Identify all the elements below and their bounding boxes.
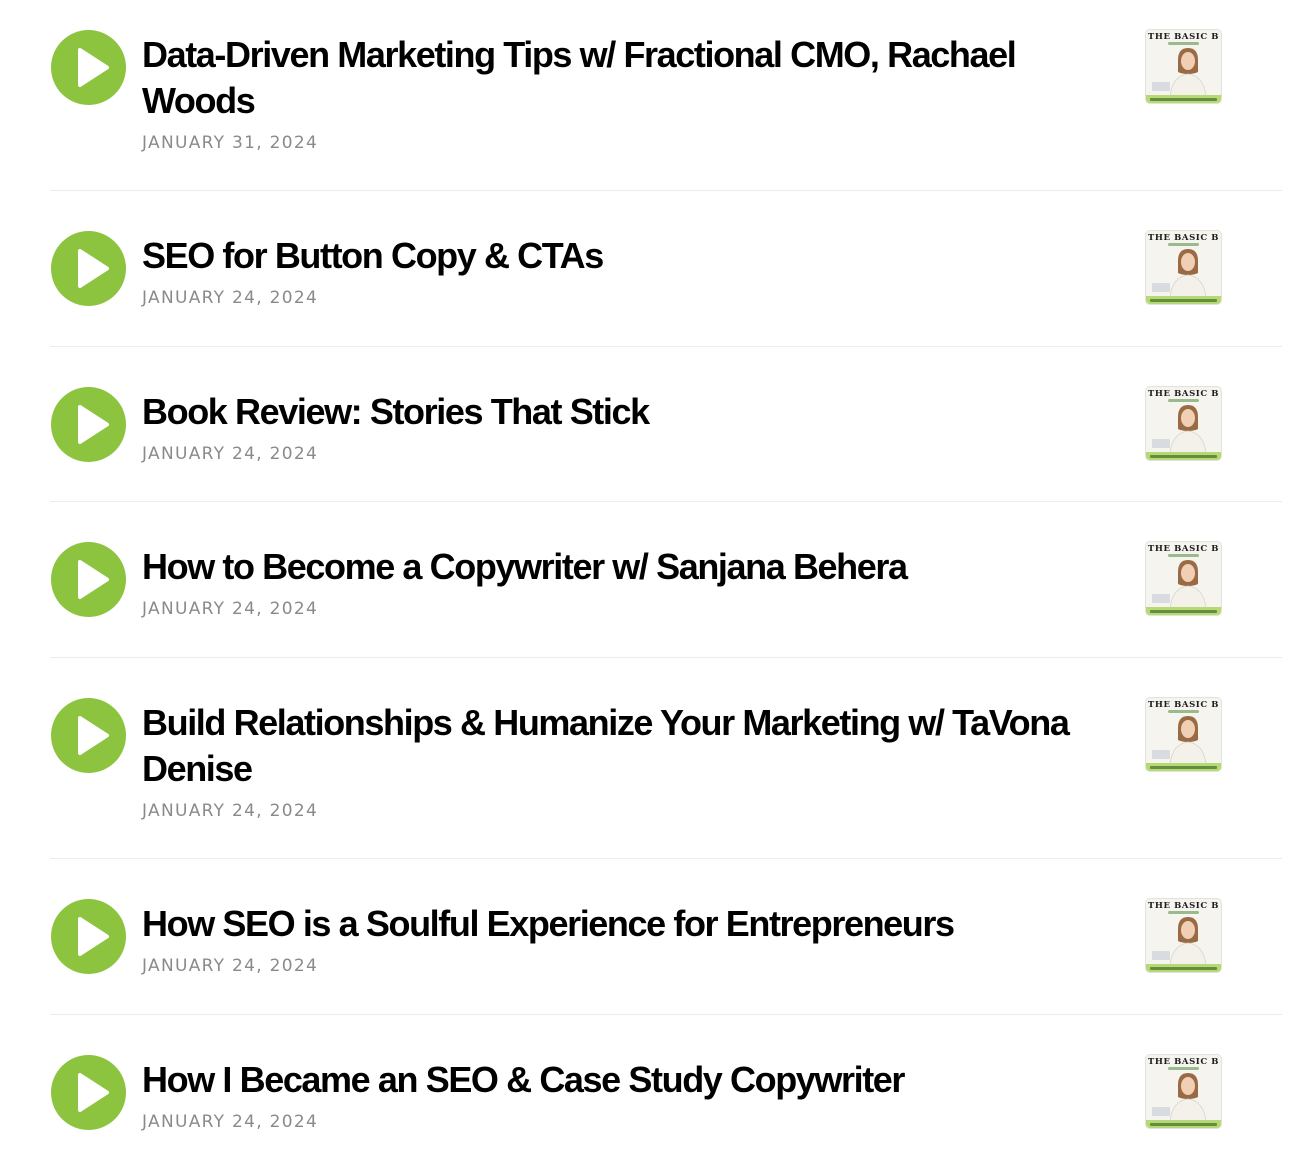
podcast-cover-thumbnail[interactable]: THE BASIC B: [1146, 1055, 1221, 1128]
host-photo: [1169, 249, 1207, 298]
play-button[interactable]: [51, 231, 126, 306]
divider: [50, 858, 1282, 859]
divider: [50, 190, 1282, 191]
play-icon: [78, 716, 109, 755]
divider: [50, 501, 1282, 502]
episode-date: JANUARY 24, 2024: [142, 288, 319, 308]
episode-date: JANUARY 24, 2024: [142, 599, 319, 619]
host-photo: [1169, 560, 1207, 609]
divider: [50, 1014, 1282, 1015]
play-icon: [78, 917, 109, 956]
host-photo: [1169, 405, 1207, 454]
episode-date: JANUARY 24, 2024: [142, 444, 319, 464]
episode-title[interactable]: How to Become a Copywriter w/ Sanjana Be…: [142, 544, 1132, 590]
podcast-cover-thumbnail[interactable]: THE BASIC B: [1146, 30, 1221, 103]
play-button[interactable]: [51, 542, 126, 617]
play-button[interactable]: [51, 698, 126, 773]
cover-title: THE BASIC B: [1147, 1057, 1220, 1067]
host-photo: [1169, 48, 1207, 97]
cover-title: THE BASIC B: [1147, 700, 1220, 710]
cover-title: THE BASIC B: [1147, 389, 1220, 399]
episode-date: JANUARY 24, 2024: [142, 956, 319, 976]
play-icon: [78, 249, 109, 288]
podcast-cover-thumbnail[interactable]: THE BASIC B: [1146, 542, 1221, 615]
play-icon: [78, 48, 109, 87]
play-button[interactable]: [51, 1055, 126, 1130]
episode-title[interactable]: How I Became an SEO & Case Study Copywri…: [142, 1057, 1132, 1103]
podcast-cover-thumbnail[interactable]: THE BASIC B: [1146, 899, 1221, 972]
divider: [50, 657, 1282, 658]
podcast-cover-thumbnail[interactable]: THE BASIC B: [1146, 231, 1221, 304]
play-icon: [78, 1073, 109, 1112]
episode-date: JANUARY 31, 2024: [142, 133, 319, 153]
cover-title: THE BASIC B: [1147, 233, 1220, 243]
episode-title[interactable]: SEO for Button Copy & CTAs: [142, 233, 1132, 279]
host-photo: [1169, 716, 1207, 765]
cover-title: THE BASIC B: [1147, 544, 1220, 554]
episode-title[interactable]: Book Review: Stories That Stick: [142, 389, 1132, 435]
episode-date: JANUARY 24, 2024: [142, 1112, 319, 1132]
cover-title: THE BASIC B: [1147, 901, 1220, 911]
episode-title[interactable]: Data-Driven Marketing Tips w/ Fractional…: [142, 32, 1132, 124]
divider: [50, 346, 1282, 347]
episode-title[interactable]: Build Relationships & Humanize Your Mark…: [142, 700, 1132, 792]
play-icon: [78, 560, 109, 599]
play-icon: [78, 405, 109, 444]
play-button[interactable]: [51, 387, 126, 462]
episode-date: JANUARY 24, 2024: [142, 801, 319, 821]
play-button[interactable]: [51, 899, 126, 974]
play-button[interactable]: [51, 30, 126, 105]
podcast-cover-thumbnail[interactable]: THE BASIC B: [1146, 387, 1221, 460]
host-photo: [1169, 1073, 1207, 1122]
host-photo: [1169, 917, 1207, 966]
podcast-cover-thumbnail[interactable]: THE BASIC B: [1146, 698, 1221, 771]
cover-title: THE BASIC B: [1147, 32, 1220, 42]
episode-title[interactable]: How SEO is a Soulful Experience for Entr…: [142, 901, 1132, 947]
